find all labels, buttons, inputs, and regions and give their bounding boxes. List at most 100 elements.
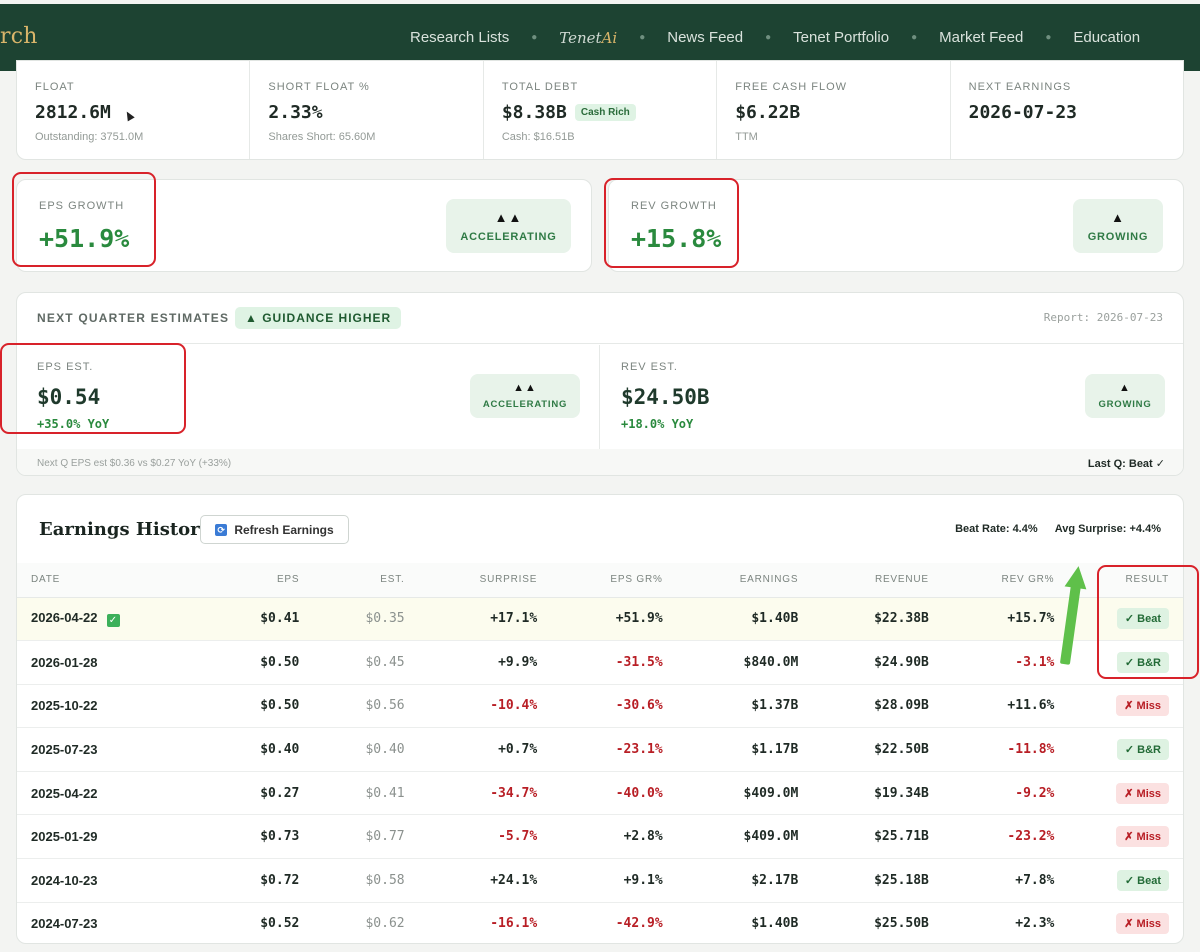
nav-market-feed[interactable]: Market Feed (939, 29, 1023, 46)
cell-rev-gr: +15.7% (928, 597, 1055, 642)
rev-growth-label: REV GROWTH (631, 200, 717, 212)
nav-separator: ● (531, 32, 538, 43)
cell-rev-gr: -9.2% (928, 771, 1055, 816)
cell-surprise: +0.7% (404, 727, 538, 772)
cell-date: 2025-10-22 (17, 684, 139, 729)
cell-est: $0.41 (299, 771, 405, 816)
table-row[interactable]: 2025-01-29 $0.73 $0.77 -5.7% +2.8% $409.0M $25… (17, 814, 1183, 860)
stat-label: SHORT FLOAT % (268, 81, 370, 93)
rev-estimate-panel: REV EST. $24.50B +18.0% YoY ▲ GROWING (601, 345, 1183, 449)
table-row[interactable]: 2026-04-22 ✓ $0.41 $0.35 +17.1% +51.9% $1.40B $… (17, 597, 1183, 642)
nav-separator: ● (765, 32, 772, 43)
table-row[interactable]: 2025-10-22 $0.50 $0.56 -10.4% -30.6% $1.37B $2… (17, 684, 1183, 729)
cell-est: $0.58 (299, 858, 405, 903)
col-eps[interactable]: EPS (138, 563, 300, 598)
cell-result: ✓ Beat (1054, 858, 1183, 903)
nq-title: NEXT QUARTER ESTIMATES (37, 311, 230, 325)
table-row[interactable]: 2024-07-23 $0.52 $0.62 -16.1% -42.9% $1.40B $2… (17, 902, 1183, 943)
rev-growth-card: REV GROWTH +15.8% ▲ GROWING (608, 179, 1184, 272)
cell-date: 2024-07-23 (17, 902, 139, 943)
nav-tenet-suffix: Ai (601, 28, 618, 47)
beat-badge: ✓ B&R (1116, 739, 1169, 761)
col-date[interactable]: DATE (17, 563, 139, 598)
cell-date: 2025-01-29 (17, 814, 139, 860)
cell-eps: $0.40 (138, 727, 300, 772)
cell-result: ✗ Miss (1054, 902, 1183, 943)
nav-tenet-ai[interactable]: TenetAi (559, 29, 617, 47)
double-up-arrow-icon: ▲▲ (513, 382, 537, 394)
stat-sub: Outstanding: 3751.0M (35, 131, 144, 143)
cell-est: $0.45 (299, 640, 405, 685)
table-row[interactable]: 2025-07-23 $0.40 $0.40 +0.7% -23.1% $1.17B $22… (17, 727, 1183, 772)
stat-value: 2026-07-23 (968, 102, 1077, 123)
cell-revenue: $25.71B (798, 814, 929, 860)
cell-eps-gr: +2.8% (537, 814, 663, 860)
cell-earnings: $2.17B (662, 858, 799, 903)
cell-date: 2026-01-28 (17, 640, 139, 685)
cell-eps-gr: -30.6% (537, 684, 663, 729)
miss-badge: ✗ Miss (1116, 913, 1169, 935)
cell-rev-gr: +7.8% (928, 858, 1055, 903)
cell-eps: $0.50 (138, 684, 300, 729)
nav-separator: ● (639, 32, 646, 43)
cell-eps: $0.72 (138, 858, 300, 903)
cell-eps-gr: -31.5% (537, 640, 663, 685)
eps-growth-label: EPS GROWTH (39, 200, 125, 212)
stat-free-cash-flow: FREE CASH FLOW $6.22B TTM (717, 61, 951, 159)
cell-surprise: -34.7% (404, 771, 538, 816)
col-surprise[interactable]: SURPRISE (404, 563, 538, 598)
nav-research-lists[interactable]: Research Lists (410, 29, 509, 46)
cell-est: $0.77 (299, 814, 405, 860)
nav-tenet-portfolio[interactable]: Tenet Portfolio (793, 29, 889, 46)
brand-logo[interactable]: rch (0, 24, 38, 49)
up-arrow-icon: ▲ (1111, 209, 1125, 225)
badge-text: ACCELERATING (460, 230, 557, 243)
col-earnings[interactable]: EARNINGS (662, 563, 799, 598)
stat-label: NEXT EARNINGS (968, 81, 1072, 93)
report-date: Report: 2026-07-23 (1043, 311, 1163, 324)
cell-eps: $0.52 (138, 902, 300, 943)
cell-revenue: $25.50B (798, 902, 929, 943)
cell-date: 2025-07-23 (17, 727, 139, 772)
growing-badge: ▲ GROWING (1085, 374, 1165, 418)
col-rev-gr[interactable]: REV GR% (928, 563, 1055, 598)
eps-estimate-panel: EPS EST. $0.54 +35.0% YoY ▲▲ ACCELERATIN… (17, 345, 600, 449)
cell-rev-gr: +2.3% (928, 902, 1055, 943)
earnings-history-card: Earnings History ⟳ Refresh Earnings Beat… (16, 494, 1184, 944)
cell-surprise: -5.7% (404, 814, 538, 860)
col-est[interactable]: EST. (299, 563, 405, 598)
cell-revenue: $19.34B (798, 771, 929, 816)
earnings-summary: Beat Rate: 4.4% Avg Surprise: +4.4% (941, 523, 1161, 535)
nav-education[interactable]: Education (1073, 29, 1140, 46)
earnings-table-body: 2026-04-22 ✓ $0.41 $0.35 +17.1% +51.9% $1.40B $… (17, 597, 1183, 943)
beat-badge: ✓ Beat (1116, 608, 1169, 630)
avg-surprise: Avg Surprise: +4.4% (1054, 523, 1161, 535)
earnings-history-title: Earnings History (39, 519, 211, 540)
cell-eps: $0.41 (138, 597, 300, 642)
table-header-row: DATE EPS EST. SURPRISE EPS GR% EARNINGS … (17, 563, 1183, 598)
stat-sub: Shares Short: 65.60M (268, 131, 376, 143)
eps-growth-card: EPS GROWTH +51.9% ▲▲ ACCELERATING (16, 179, 592, 272)
table-row[interactable]: 2025-04-22 $0.27 $0.41 -34.7% -40.0% $409.0M $… (17, 771, 1183, 816)
cell-result: ✗ Miss (1054, 771, 1183, 816)
stat-sub: Cash: $16.51B (501, 131, 575, 143)
cell-rev-gr: -11.8% (928, 727, 1055, 772)
col-revenue[interactable]: REVENUE (798, 563, 929, 598)
cell-date-text: 2024-10-23 (31, 872, 98, 888)
cell-rev-gr: -23.2% (928, 814, 1055, 860)
nq-note: Next Q EPS est $0.36 vs $0.27 YoY (+33%) (37, 458, 232, 469)
miss-badge: ✗ Miss (1116, 826, 1169, 848)
key-stats-card: FLOAT 2812.6M Outstanding: 3751.0M SHORT… (16, 60, 1184, 160)
cell-eps: $0.50 (138, 640, 300, 685)
cell-date-text: 2025-10-22 (31, 698, 98, 714)
nav-news-feed[interactable]: News Feed (667, 29, 743, 46)
beat-badge: ✓ B&R (1116, 651, 1169, 673)
table-row[interactable]: 2024-10-23 $0.72 $0.58 +24.1% +9.1% $2.17B $25… (17, 858, 1183, 903)
refresh-earnings-button[interactable]: ⟳ Refresh Earnings (200, 515, 349, 544)
table-row[interactable]: 2026-01-28 $0.50 $0.45 +9.9% -31.5% $840.0M $2… (17, 640, 1183, 685)
mouse-cursor-icon (123, 109, 135, 122)
col-eps-gr[interactable]: EPS GR% (537, 563, 663, 598)
cell-est: $0.40 (299, 727, 405, 772)
cell-eps-gr: -23.1% (537, 727, 663, 772)
nav-separator: ● (911, 32, 918, 43)
